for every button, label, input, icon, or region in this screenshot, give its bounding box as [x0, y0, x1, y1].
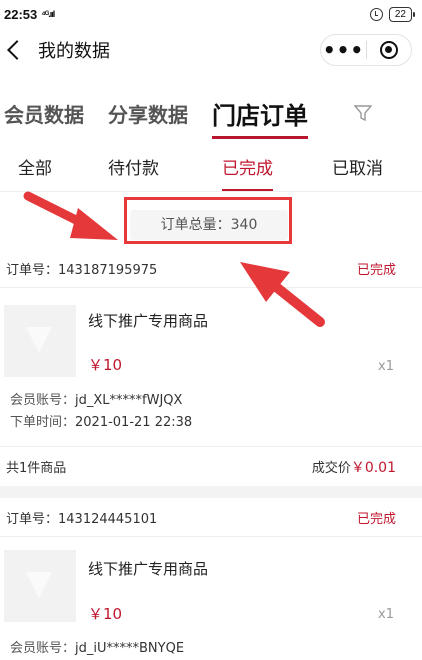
annotation-arrow-left: [23, 191, 118, 240]
order-number-label: 订单号：: [6, 263, 59, 278]
nav-bar: 我的数据 •••: [0, 28, 422, 72]
subtab-pending-payment[interactable]: 待付款: [108, 154, 159, 179]
subtab-all[interactable]: 全部: [18, 154, 52, 179]
product-quantity: x1: [378, 359, 394, 374]
back-icon[interactable]: [7, 40, 27, 60]
status-left: 22:53 ⁴ᴳ.ııl: [4, 6, 55, 22]
product-price: ￥10: [88, 356, 123, 374]
tab-member-data[interactable]: 会员数据: [4, 99, 84, 128]
close-circle-icon: [379, 41, 398, 59]
deal-price: 成交价￥0.01: [312, 457, 396, 477]
order-status: 已完成: [356, 512, 396, 527]
main-tabs: 会员数据 分享数据 门店订单: [0, 88, 422, 139]
order-header: 订单号：143187195975 已完成: [0, 250, 422, 288]
order-time-label: 下单时间：: [10, 415, 76, 430]
order-number: 订单号：143124445101: [6, 508, 157, 527]
order-number-value: 143124445101: [58, 512, 158, 527]
close-button[interactable]: [367, 41, 411, 59]
annotation-box: [124, 197, 292, 244]
item-count: 共1件商品: [6, 461, 67, 476]
order-number: 订单号：143187195975: [6, 259, 157, 278]
subtab-completed[interactable]: 已完成: [222, 154, 273, 191]
order-status: 已完成: [356, 263, 396, 278]
order-separator: [0, 486, 422, 498]
status-right: 22: [369, 6, 416, 22]
tab-store-orders[interactable]: 门店订单: [212, 96, 308, 139]
filter-icon-svg: [353, 105, 373, 122]
page-title: 我的数据: [38, 41, 110, 62]
product-price: ￥10: [88, 605, 123, 623]
product-name[interactable]: 线下推广专用商品: [88, 558, 208, 579]
order-summary: 共1件商品 成交价￥0.01: [0, 446, 422, 486]
filter-icon[interactable]: [353, 104, 373, 126]
more-button[interactable]: •••: [321, 40, 366, 60]
subtab-cancelled[interactable]: 已取消: [332, 154, 383, 179]
order-time: 下单时间：2021-01-21 22:38: [10, 411, 192, 430]
member-account: 会员账号：jd_XL*****fWJQX: [10, 389, 182, 408]
subtab-completed-label: 已完成: [222, 159, 273, 179]
miniprogram-capsule: •••: [320, 34, 412, 66]
signal-icon: ⁴ᴳ.ııl: [41, 9, 55, 19]
alarm-icon: [369, 7, 383, 21]
member-account-label: 会员账号：: [10, 393, 76, 408]
status-tabs: 全部 待付款 已完成 已取消: [0, 142, 422, 192]
active-tab-underline: [222, 189, 273, 191]
product-image[interactable]: [4, 305, 76, 377]
order-time-value: 2021-01-21 22:38: [75, 415, 193, 430]
status-time: 22:53: [4, 6, 38, 22]
tab-share-data[interactable]: 分享数据: [108, 99, 188, 128]
product-image[interactable]: [4, 550, 76, 622]
member-account-label: 会员账号：: [10, 641, 76, 656]
product-quantity: x1: [378, 607, 394, 622]
product-name[interactable]: 线下推广专用商品: [88, 310, 208, 331]
deal-price-label: 成交价: [311, 460, 351, 476]
order-number-value: 143187195975: [58, 263, 158, 278]
status-bar: 22:53 ⁴ᴳ.ııl 22: [0, 0, 422, 28]
order-header: 订单号：143124445101 已完成: [0, 499, 422, 537]
member-account: 会员账号：jd_iU*****BNYQE: [10, 637, 184, 656]
member-account-value: jd_XL*****fWJQX: [75, 393, 183, 408]
deal-price-value: ￥0.01: [350, 459, 396, 476]
member-account-value: jd_iU*****BNYQE: [75, 641, 185, 656]
order-number-label: 订单号：: [6, 512, 59, 527]
battery-icon: 22: [388, 6, 416, 22]
